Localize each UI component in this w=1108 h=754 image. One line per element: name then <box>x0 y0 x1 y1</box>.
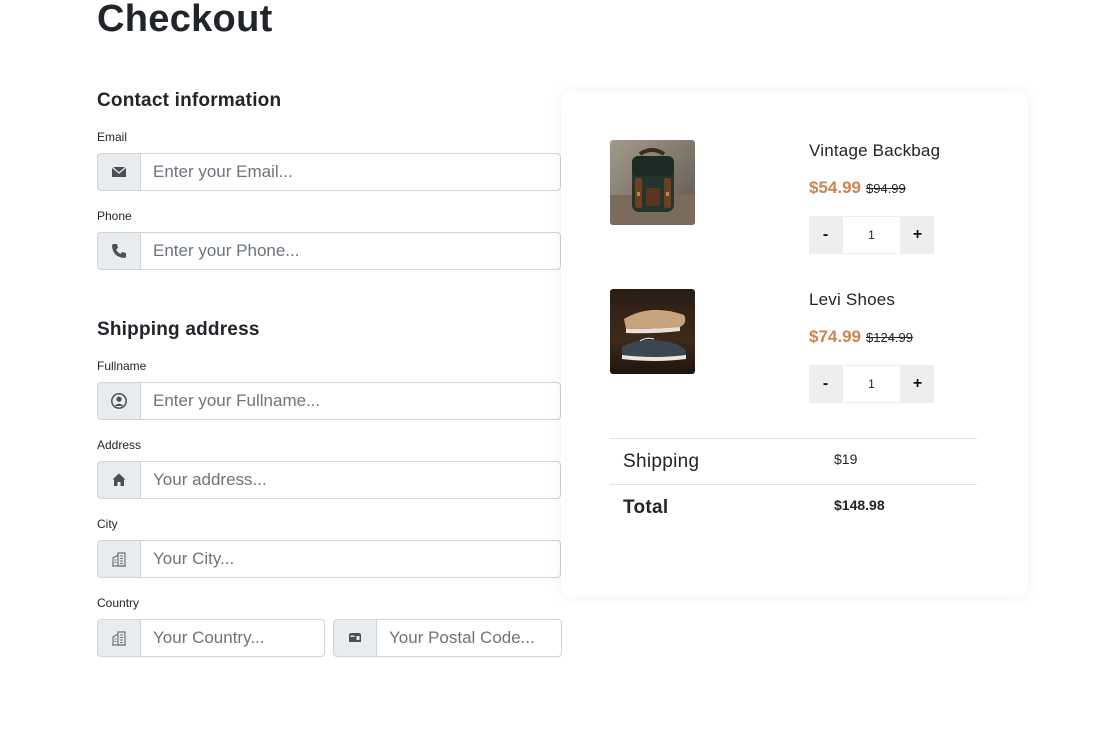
mailbox-icon <box>333 619 376 657</box>
backpack-product-image <box>610 140 695 225</box>
country-input-group <box>97 619 325 657</box>
email-label: Email <box>97 130 128 144</box>
product-old-price: $124.99 <box>866 330 913 345</box>
fullname-label: Fullname <box>97 359 147 373</box>
postal-code-input-group <box>333 619 562 657</box>
postal-code-field[interactable] <box>376 619 562 657</box>
fullname-input-group <box>97 382 561 420</box>
contact-section-title: Contact information <box>97 90 282 111</box>
decrease-quantity-button[interactable]: - <box>809 216 842 254</box>
building-icon <box>97 540 140 578</box>
product-price: $74.99 <box>809 327 861 346</box>
city-field[interactable] <box>140 540 561 578</box>
shipping-summary-row: Shipping $19 <box>610 438 977 484</box>
user-circle-icon <box>97 382 140 420</box>
building-icon <box>97 619 140 657</box>
address-input-group <box>97 461 561 499</box>
increase-quantity-button[interactable]: + <box>901 216 934 254</box>
product-old-price: $94.99 <box>866 181 906 196</box>
decrease-quantity-button[interactable]: - <box>809 365 842 403</box>
country-field[interactable] <box>140 619 325 657</box>
phone-field[interactable] <box>140 232 561 270</box>
email-field[interactable] <box>140 153 561 191</box>
quantity-input[interactable] <box>842 216 901 254</box>
address-field[interactable] <box>140 461 561 499</box>
price-row: $74.99 $124.99 <box>809 327 913 347</box>
total-label: Total <box>623 497 669 518</box>
page-title: Checkout <box>97 0 273 40</box>
total-value: $148.98 <box>834 497 885 513</box>
quantity-input[interactable] <box>842 365 901 403</box>
envelope-icon <box>97 153 140 191</box>
total-summary-row: Total $148.98 <box>610 484 977 530</box>
product-price: $54.99 <box>809 178 861 197</box>
product-name: Vintage Backbag <box>809 141 941 160</box>
shoes-product-image <box>610 289 695 374</box>
quantity-stepper: - + <box>809 365 934 403</box>
quantity-stepper: - + <box>809 216 934 254</box>
price-row: $54.99 $94.99 <box>809 178 906 198</box>
phone-icon <box>97 232 140 270</box>
phone-label: Phone <box>97 209 132 223</box>
shipping-section-title: Shipping address <box>97 319 260 340</box>
home-icon <box>97 461 140 499</box>
phone-input-group <box>97 232 561 270</box>
address-label: Address <box>97 438 142 452</box>
fullname-field[interactable] <box>140 382 561 420</box>
order-summary-card: Vintage Backbag $54.99 $94.99 - + Levi S… <box>561 91 1028 597</box>
country-label: Country <box>97 596 140 610</box>
shipping-value: $19 <box>834 451 858 467</box>
city-input-group <box>97 540 561 578</box>
city-label: City <box>97 517 118 531</box>
product-name: Levi Shoes <box>809 290 896 309</box>
shipping-label: Shipping <box>623 451 700 472</box>
increase-quantity-button[interactable]: + <box>901 365 934 403</box>
email-input-group <box>97 153 561 191</box>
